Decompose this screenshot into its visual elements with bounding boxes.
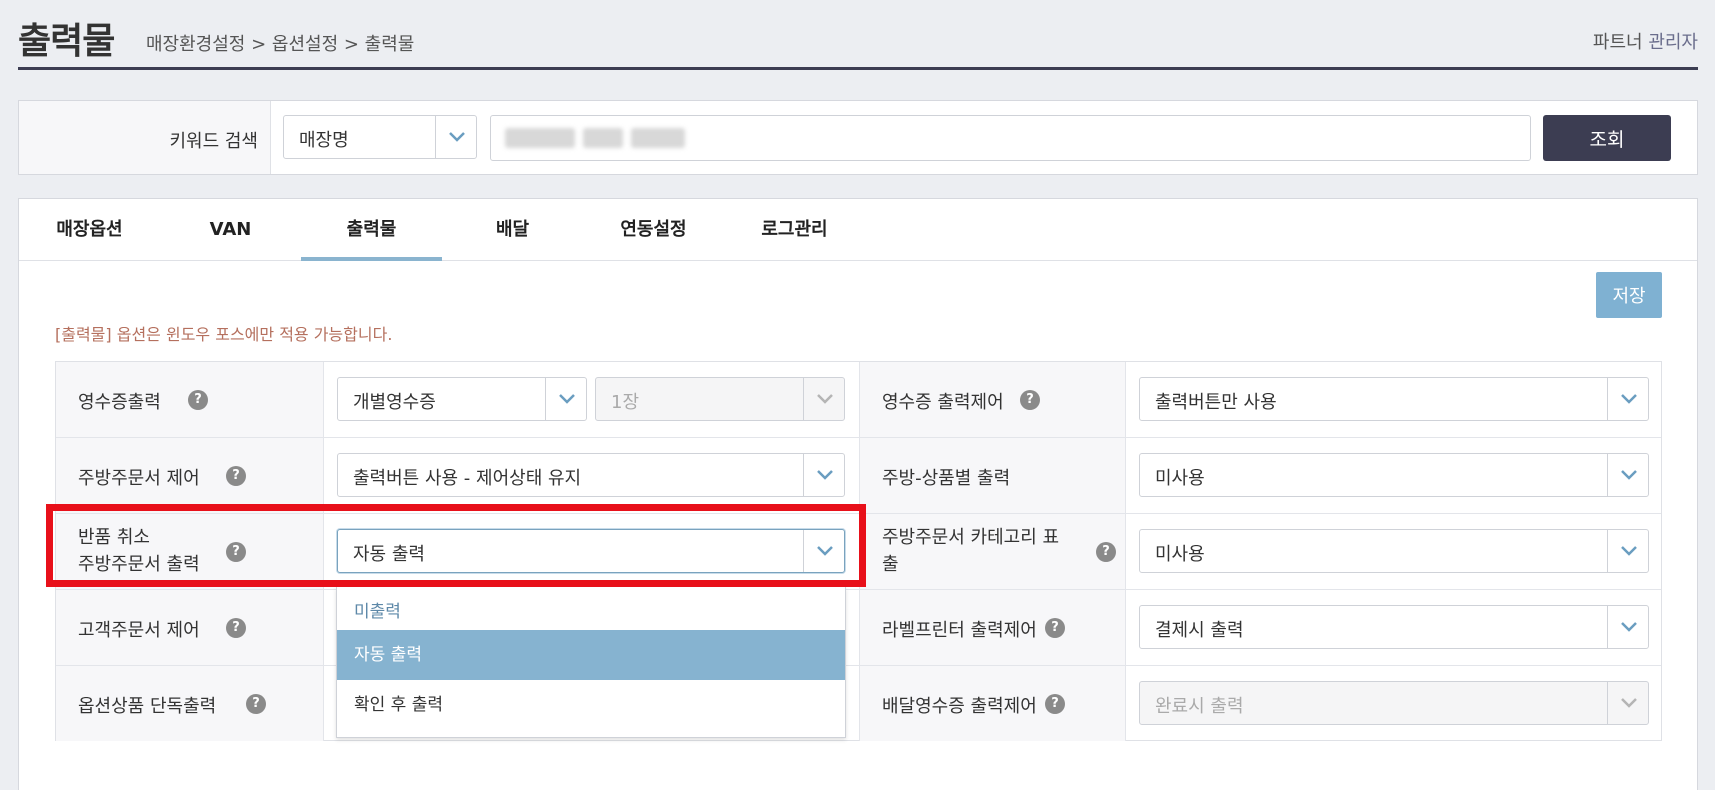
search-type-select[interactable]: 매장명: [283, 115, 477, 159]
label-cell: 고객주문서 제어 ?: [56, 590, 324, 665]
label-line: 주방주문서 카테고리 표: [882, 527, 1060, 548]
kitchen-per-product-select[interactable]: 미사용: [1139, 453, 1649, 497]
label-cell: 옵션상품 단독출력 ?: [56, 666, 324, 741]
chevron-down-icon[interactable]: [803, 454, 844, 496]
label-cell: 라벨프린터 출력제어 ?: [859, 590, 1126, 665]
dropdown-option-selected[interactable]: 자동 출력: [337, 630, 845, 680]
help-icon[interactable]: ?: [188, 390, 208, 410]
page-header: 출력물 매장환경설정 > 옵션설정 > 출력물 파트너 관리자: [18, 0, 1698, 70]
kitchen-per-product-value: 미사용: [1155, 468, 1205, 489]
page-title: 출력물: [18, 21, 115, 62]
chevron-down-icon[interactable]: [1607, 454, 1648, 496]
user-info: 파트너 관리자: [1593, 28, 1698, 54]
search-label: 키워드 검색: [169, 131, 258, 152]
receipt-output-value: 개별영수증: [353, 392, 436, 413]
highlight-box: [46, 504, 866, 587]
help-icon[interactable]: ?: [1045, 694, 1065, 714]
search-label-cell: 키워드 검색: [19, 101, 271, 174]
kitchen-category-select[interactable]: 미사용: [1139, 529, 1649, 573]
label-cell: 주방-상품별 출력: [859, 438, 1126, 513]
search-panel: 키워드 검색 매장명 조회: [18, 100, 1698, 175]
label-printer-control-select[interactable]: 결제시 출력: [1139, 605, 1649, 649]
label-receipt-output: 영수증출력: [78, 392, 161, 413]
breadcrumb: 매장환경설정 > 옵션설정 > 출력물: [146, 34, 415, 55]
kitchen-order-control-select[interactable]: 출력버튼 사용 - 제어상태 유지: [337, 453, 845, 497]
chevron-down-icon[interactable]: [1607, 606, 1648, 648]
save-button[interactable]: 저장: [1596, 272, 1662, 318]
receipt-control-value: 출력버튼만 사용: [1155, 392, 1277, 413]
help-icon[interactable]: ?: [1020, 390, 1040, 410]
help-icon[interactable]: ?: [1045, 618, 1065, 638]
search-input[interactable]: [490, 115, 1531, 161]
chevron-down-icon: [1607, 682, 1648, 724]
chevron-down-icon[interactable]: [1607, 378, 1648, 420]
help-icon[interactable]: ?: [226, 618, 246, 638]
chevron-down-icon[interactable]: [545, 378, 586, 420]
help-icon[interactable]: ?: [246, 694, 266, 714]
label-cell: 배달영수증 출력제어 ?: [859, 666, 1126, 741]
chevron-down-icon[interactable]: [435, 116, 476, 158]
redacted-text: [505, 128, 685, 148]
receipt-count-value: 1장: [611, 392, 640, 413]
delivery-receipt-control-select: 완료시 출력: [1139, 681, 1649, 725]
kitchen-order-control-value: 출력버튼 사용 - 제어상태 유지: [353, 468, 582, 489]
delivery-receipt-control-value: 완료시 출력: [1155, 696, 1244, 717]
search-button[interactable]: 조회: [1543, 115, 1671, 161]
tab-printouts[interactable]: 출력물: [301, 199, 442, 261]
label-customer-order-control: 고객주문서 제어: [78, 620, 200, 641]
receipt-control-select[interactable]: 출력버튼만 사용: [1139, 377, 1649, 421]
label-printer-control-value: 결제시 출력: [1155, 620, 1244, 641]
dropdown-option[interactable]: 확인 후 출력: [337, 680, 845, 730]
kitchen-category-value: 미사용: [1155, 544, 1205, 565]
main-panel: 매장옵션 VAN 출력물 배달 연동설정 로그관리 저장 [출력물] 옵션은 윈…: [18, 198, 1698, 790]
receipt-output-select[interactable]: 개별영수증: [337, 377, 587, 421]
tab-van[interactable]: VAN: [160, 199, 301, 261]
label-kitchen-category: 주방주문서 카테고리 표 출: [882, 524, 1059, 578]
tab-integration[interactable]: 연동설정: [583, 199, 724, 261]
settings-row: 옵션상품 단독출력 ? 배달영수증 출력제어 ? 완료시 출력: [56, 666, 1661, 742]
tab-store-options[interactable]: 매장옵션: [19, 199, 160, 261]
label-kitchen-order-control: 주방주문서 제어: [78, 468, 200, 489]
settings-row: 영수증출력 ? 개별영수증 1장 영수증 출력제어 ? 출력버튼만 사용: [56, 362, 1661, 438]
help-icon[interactable]: ?: [226, 466, 246, 486]
label-cell: 영수증 출력제어 ?: [859, 362, 1126, 437]
settings-row: 고객주문서 제어 ? 라벨프린터 출력제어 ? 결제시 출력: [56, 590, 1661, 666]
notice-text: [출력물] 옵션은 윈도우 포스에만 적용 가능합니다.: [55, 325, 393, 344]
label-delivery-receipt-control: 배달영수증 출력제어: [882, 696, 1037, 717]
user-role-link[interactable]: 관리자: [1648, 32, 1698, 53]
label-cell: 주방주문서 제어 ?: [56, 438, 324, 513]
label-receipt-control: 영수증 출력제어: [882, 392, 1004, 413]
label-cell: 영수증출력 ?: [56, 362, 324, 437]
chevron-down-icon[interactable]: [1607, 530, 1648, 572]
dropdown-menu: 미출력 자동 출력 확인 후 출력: [336, 587, 846, 738]
tab-bar: 매장옵션 VAN 출력물 배달 연동설정 로그관리: [19, 199, 1697, 261]
label-kitchen-per-product: 주방-상품별 출력: [882, 468, 1011, 489]
help-icon[interactable]: ?: [1096, 542, 1116, 562]
tab-log-management[interactable]: 로그관리: [724, 199, 865, 261]
chevron-down-icon: [803, 378, 844, 420]
receipt-count-select: 1장: [595, 377, 845, 421]
tab-delivery[interactable]: 배달: [442, 199, 583, 261]
user-prefix: 파트너: [1592, 32, 1643, 53]
settings-row: 주방주문서 제어 ? 출력버튼 사용 - 제어상태 유지 주방-상품별 출력 미…: [56, 438, 1661, 514]
label-cell: 주방주문서 카테고리 표 출 ?: [859, 514, 1126, 589]
label-option-product-solo: 옵션상품 단독출력: [78, 696, 217, 717]
label-label-printer-control: 라벨프린터 출력제어: [882, 620, 1037, 641]
label-line: 출: [882, 554, 899, 575]
search-type-value: 매장명: [299, 130, 349, 151]
